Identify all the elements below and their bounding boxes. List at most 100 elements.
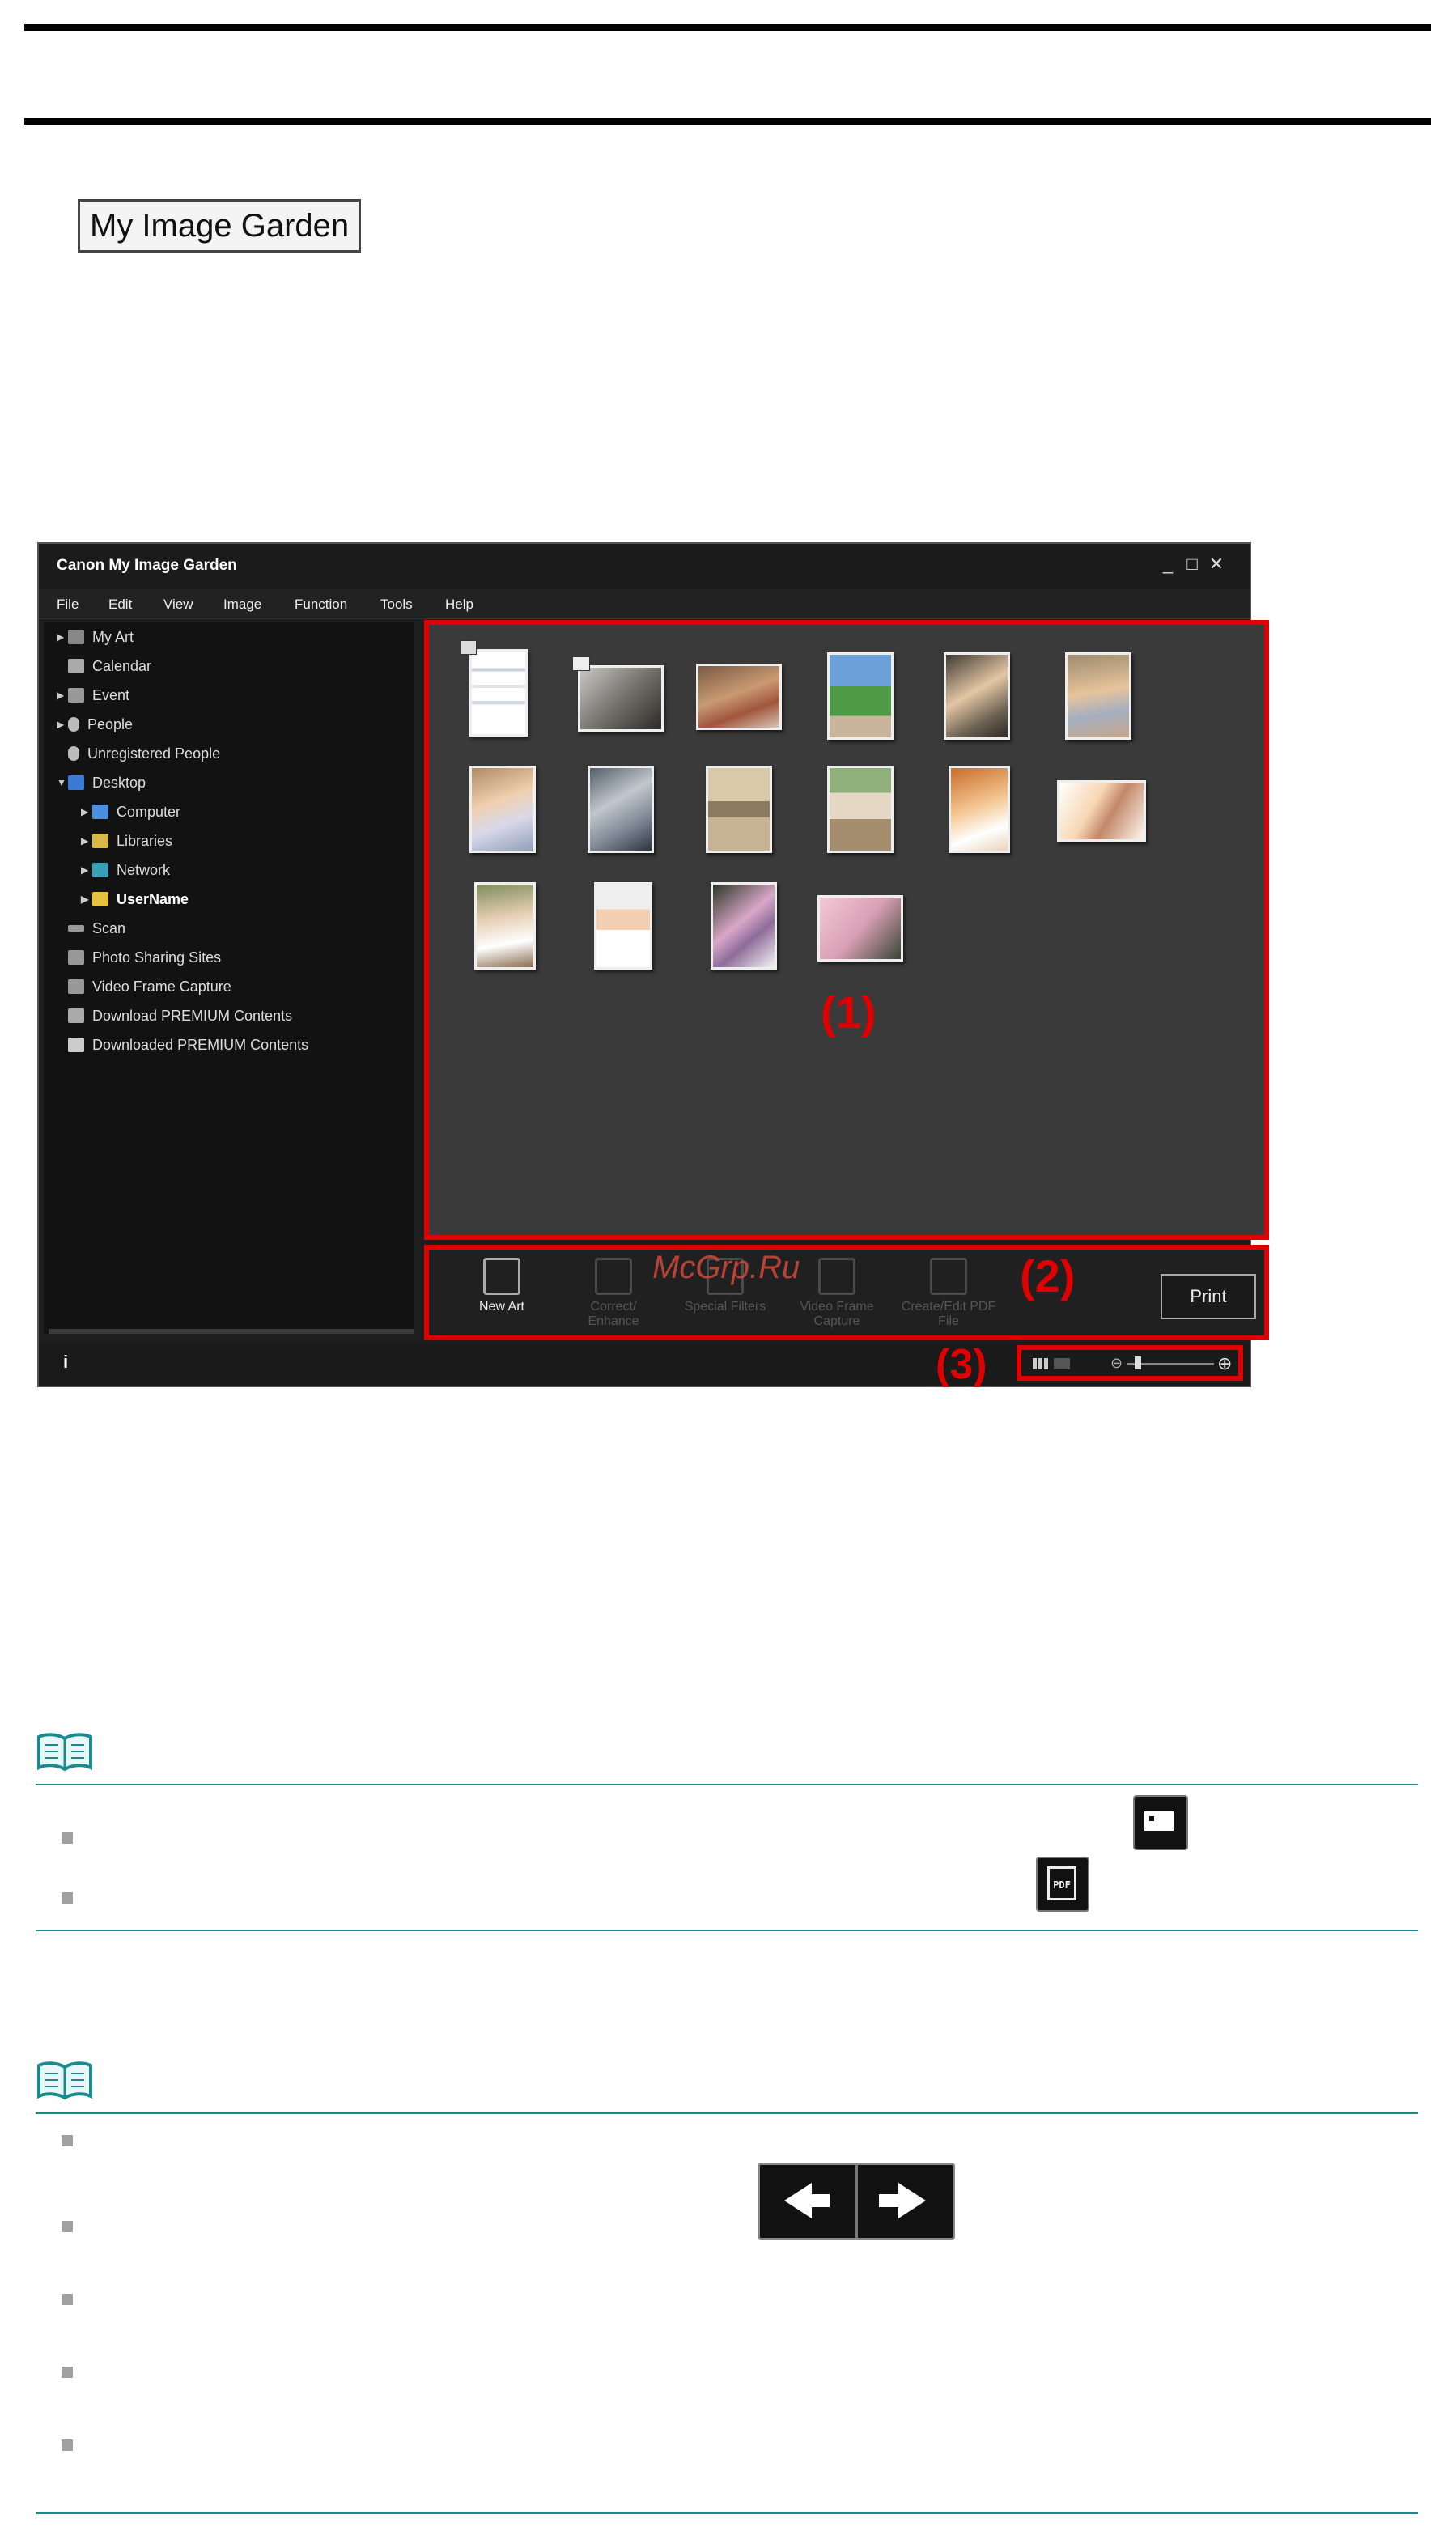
sidebar-item-download-premium[interactable]: Download PREMIUM Contents (68, 1004, 292, 1028)
thumbnail-photo[interactable] (944, 652, 1010, 740)
close-button[interactable]: ✕ (1206, 554, 1227, 575)
menu-view[interactable]: View (163, 596, 193, 613)
computer-icon (92, 805, 108, 819)
expand-arrow-icon[interactable]: ▶ (81, 829, 88, 853)
sidebar-item-video-frame-capture[interactable]: Video Frame Capture (68, 974, 231, 999)
sidebar-item-label: Network (117, 862, 171, 878)
menu-file[interactable]: File (57, 596, 79, 613)
print-button[interactable]: Print (1161, 1274, 1256, 1319)
menu-image[interactable]: Image (223, 596, 261, 613)
note-book-icon (37, 2061, 92, 2100)
page-navigation-buttons (758, 2163, 955, 2240)
new-art-button[interactable]: New Art (453, 1258, 550, 1314)
sidebar-item-label: Download PREMIUM Contents (92, 1008, 293, 1024)
video-frame-capture-button[interactable]: Video Frame Capture (788, 1258, 885, 1329)
thumbnail-photo[interactable] (706, 766, 772, 853)
desktop-icon (68, 775, 84, 790)
my-art-badge-icon (461, 640, 477, 655)
thumbnail-photo[interactable] (1065, 652, 1131, 740)
expand-arrow-icon[interactable]: ▶ (57, 712, 64, 737)
thumbnail-photo[interactable] (711, 882, 777, 970)
collapse-arrow-icon[interactable]: ▼ (57, 771, 66, 795)
maximize-button[interactable]: □ (1182, 554, 1203, 575)
info-icon[interactable]: i (63, 1352, 68, 1373)
sidebar-item-downloaded-premium[interactable]: Downloaded PREMIUM Contents (68, 1033, 308, 1057)
thumbnail-photo[interactable] (817, 895, 903, 962)
sidebar-item-calendar[interactable]: Calendar (68, 654, 151, 678)
expand-arrow-icon[interactable]: ▶ (57, 625, 64, 649)
previous-arrow-icon[interactable] (760, 2165, 855, 2238)
menu-bar: File Edit View Image Function Tools Help (39, 589, 1250, 619)
list-bullet (62, 2439, 73, 2451)
menu-help[interactable]: Help (445, 596, 473, 613)
sidebar-item-network[interactable]: ▶ Network (81, 858, 171, 882)
thumbnail-photo[interactable] (1057, 780, 1146, 842)
thumbnail-photo[interactable] (949, 766, 1010, 853)
status-bar: i (3) ⊖ ⊕ (39, 1341, 1250, 1388)
thumbnail-photo[interactable] (594, 882, 652, 970)
sidebar-item-scan[interactable]: Scan (68, 916, 125, 940)
minimize-button[interactable]: _ (1157, 554, 1178, 575)
menu-edit[interactable]: Edit (108, 596, 132, 613)
detail-view-icon[interactable] (1054, 1358, 1070, 1369)
sidebar-scrollbar[interactable] (49, 1329, 414, 1334)
zoom-out-icon[interactable]: ⊖ (1110, 1355, 1123, 1372)
new-art-icon (483, 1258, 520, 1295)
app-window: Canon My Image Garden _ □ ✕ File Edit Vi… (37, 542, 1269, 1388)
video-frame-capture-label: Video Frame Capture (800, 1300, 874, 1328)
menu-function[interactable]: Function (295, 596, 347, 613)
video-badge-icon (572, 656, 590, 671)
thumbnail-photo[interactable] (588, 766, 654, 853)
zoom-in-icon[interactable]: ⊕ (1217, 1353, 1232, 1374)
view-zoom-controls: ⊖ ⊕ (1017, 1345, 1243, 1381)
thumbnail-photo[interactable] (469, 766, 536, 853)
thumbnail-view-icon[interactable] (1033, 1358, 1049, 1369)
sidebar-item-label: Computer (117, 804, 181, 820)
sidebar-item-libraries[interactable]: ▶ Libraries (81, 829, 173, 853)
thumbnail-area[interactable]: (1) (424, 620, 1269, 1240)
sidebar-item-people[interactable]: ▶ People (57, 712, 133, 737)
sidebar-item-username[interactable]: ▶ UserName (81, 887, 189, 911)
sidebar-item-label: Calendar (92, 658, 152, 674)
expand-arrow-icon[interactable]: ▶ (81, 887, 88, 911)
note-book-icon (37, 1733, 92, 1772)
function-toolbar: New Art Correct/ Enhance Special Filters… (424, 1245, 1269, 1340)
list-bullet (62, 1892, 73, 1904)
downloaded-folder-icon (68, 1038, 84, 1052)
thumbnail-video[interactable] (572, 656, 664, 732)
create-edit-pdf-button[interactable]: Create/Edit PDF File (900, 1258, 997, 1329)
sidebar-tree: ▶ My Art Calendar ▶ Event ▶ People Unreg… (44, 622, 414, 1334)
sidebar-item-photo-sharing-sites[interactable]: Photo Sharing Sites (68, 945, 221, 970)
list-bullet (62, 1832, 73, 1844)
pdf-file-icon (930, 1258, 967, 1295)
download-icon (68, 1008, 84, 1023)
expand-arrow-icon[interactable]: ▶ (81, 800, 88, 824)
special-filters-label: Special Filters (684, 1300, 766, 1314)
expand-arrow-icon[interactable]: ▶ (57, 683, 64, 707)
note-bottom-rule (36, 2512, 1418, 2514)
sidebar-item-computer[interactable]: ▶ Computer (81, 800, 181, 824)
sidebar-item-desktop[interactable]: ▼ Desktop (57, 771, 146, 795)
annotation-area-1: (1) (821, 987, 877, 1038)
thumbnail-photo[interactable] (827, 652, 894, 740)
menu-tools[interactable]: Tools (380, 596, 413, 613)
sidebar-item-event[interactable]: ▶ Event (57, 683, 129, 707)
people-icon (68, 717, 79, 732)
thumbnail-document[interactable] (461, 640, 528, 737)
expand-arrow-icon[interactable]: ▶ (81, 858, 88, 882)
thumbnail-photo[interactable] (696, 664, 782, 730)
window-title: Canon My Image Garden (57, 557, 237, 574)
next-arrow-icon[interactable] (858, 2165, 953, 2238)
zoom-slider-thumb[interactable] (1135, 1356, 1141, 1369)
sidebar-item-label: Libraries (117, 833, 173, 849)
video-badge-icon (1133, 1795, 1188, 1850)
sidebar-item-my-art[interactable]: ▶ My Art (57, 625, 134, 649)
correct-enhance-button[interactable]: Correct/ Enhance (565, 1258, 662, 1329)
sidebar-item-unregistered-people[interactable]: Unregistered People (68, 741, 220, 766)
sidebar-item-label: Scan (92, 920, 126, 936)
thumbnail-photo[interactable] (474, 882, 536, 970)
list-bullet (62, 2294, 73, 2305)
thumbnail-photo[interactable] (827, 766, 894, 853)
network-icon (92, 863, 108, 877)
top-rule (24, 24, 1431, 31)
